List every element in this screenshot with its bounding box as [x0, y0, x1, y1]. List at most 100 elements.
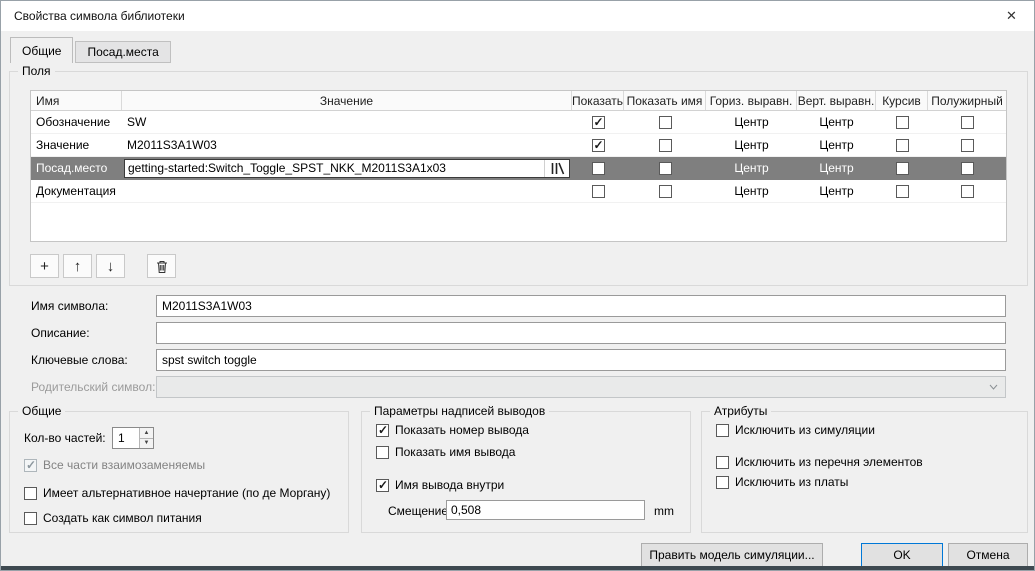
- show-cell[interactable]: [572, 180, 624, 202]
- show-checkbox[interactable]: [592, 162, 605, 175]
- field-row-3[interactable]: Документация ЦентрЦентр: [31, 180, 1006, 203]
- tab-general[interactable]: Общие: [10, 37, 73, 63]
- bold-checkbox[interactable]: [961, 185, 974, 198]
- exclude-simulation-checkbox[interactable]: [716, 424, 729, 437]
- v-align-cell[interactable]: Центр: [797, 111, 876, 133]
- show-name-cell[interactable]: [624, 180, 706, 202]
- show-pin-number-checkbox[interactable]: [376, 424, 389, 437]
- offset-input[interactable]: [446, 500, 645, 520]
- italic-cell[interactable]: [876, 180, 928, 202]
- column-header-bold[interactable]: Полужирный: [928, 91, 1006, 110]
- pin-name-inside-row[interactable]: Имя вывода внутри: [376, 478, 504, 492]
- exclude-bom-row[interactable]: Исключить из перечня элементов: [716, 455, 923, 469]
- field-name-cell[interactable]: Документация: [31, 180, 122, 202]
- spinner-up-button[interactable]: [139, 428, 153, 438]
- bold-checkbox[interactable]: [961, 116, 974, 129]
- footprint-browse-button[interactable]: [544, 160, 569, 177]
- exclude-simulation-row[interactable]: Исключить из симуляции: [716, 423, 875, 437]
- spinner-down-button[interactable]: [139, 438, 153, 449]
- alternate-body-checkbox[interactable]: [24, 487, 37, 500]
- bold-cell[interactable]: [928, 180, 1006, 202]
- bold-cell[interactable]: [928, 111, 1006, 133]
- unit-count-spinner[interactable]: 1: [112, 427, 154, 449]
- power-symbol-checkbox[interactable]: [24, 512, 37, 525]
- show-cell[interactable]: [572, 157, 624, 179]
- v-align-cell[interactable]: Центр: [797, 180, 876, 202]
- h-align-cell[interactable]: Центр: [706, 134, 797, 156]
- column-header-valign[interactable]: Верт. выравн.: [797, 91, 876, 110]
- titlebar[interactable]: Свойства символа библиотеки ✕: [1, 1, 1034, 31]
- add-field-button[interactable]: +: [30, 254, 59, 278]
- column-header-italic[interactable]: Курсив: [876, 91, 928, 110]
- bold-checkbox[interactable]: [961, 162, 974, 175]
- show-cell[interactable]: [572, 134, 624, 156]
- v-align-cell[interactable]: Центр: [797, 157, 876, 179]
- bold-cell[interactable]: [928, 134, 1006, 156]
- show-name-checkbox[interactable]: [659, 162, 672, 175]
- h-align-cell[interactable]: Центр: [706, 111, 797, 133]
- column-header-value[interactable]: Значение: [122, 91, 572, 110]
- move-field-down-button[interactable]: ↓: [96, 254, 125, 278]
- show-name-checkbox[interactable]: [659, 139, 672, 152]
- italic-cell[interactable]: [876, 111, 928, 133]
- show-pin-number-row[interactable]: Показать номер вывода: [376, 423, 529, 437]
- alternate-body-row[interactable]: Имеет альтернативное начертание (по де М…: [24, 486, 330, 500]
- show-checkbox[interactable]: [592, 116, 605, 129]
- tab-footprints[interactable]: Посад.места: [75, 41, 170, 63]
- show-name-cell[interactable]: [624, 157, 706, 179]
- bold-checkbox[interactable]: [961, 139, 974, 152]
- show-pin-name-checkbox[interactable]: [376, 446, 389, 459]
- edit-simulation-model-button[interactable]: Править модель симуляции...: [641, 543, 823, 567]
- show-name-checkbox[interactable]: [659, 185, 672, 198]
- field-value-cell[interactable]: [122, 180, 572, 202]
- close-icon: ✕: [1006, 8, 1017, 24]
- cancel-button[interactable]: Отмена: [948, 543, 1028, 567]
- italic-cell[interactable]: [876, 157, 928, 179]
- show-cell[interactable]: [572, 111, 624, 133]
- pin-text-group: Параметры надписей выводов Показать номе…: [361, 411, 691, 533]
- italic-checkbox[interactable]: [896, 162, 909, 175]
- field-value-cell[interactable]: M2011S3A1W03: [122, 134, 572, 156]
- v-align-cell[interactable]: Центр: [797, 134, 876, 156]
- exclude-board-row[interactable]: Исключить из платы: [716, 475, 848, 489]
- exclude-bom-checkbox[interactable]: [716, 456, 729, 469]
- field-name-cell[interactable]: Обозначение: [31, 111, 122, 133]
- delete-field-button[interactable]: [147, 254, 176, 278]
- field-value-cell[interactable]: SW: [122, 111, 572, 133]
- keywords-input[interactable]: [156, 349, 1006, 371]
- exclude-board-checkbox[interactable]: [716, 476, 729, 489]
- description-input[interactable]: [156, 322, 1006, 344]
- column-header-halign[interactable]: Гориз. выравн.: [706, 91, 797, 110]
- show-name-cell[interactable]: [624, 134, 706, 156]
- h-align-cell[interactable]: Центр: [706, 157, 797, 179]
- power-symbol-row[interactable]: Создать как символ питания: [24, 511, 202, 525]
- italic-checkbox[interactable]: [896, 116, 909, 129]
- close-button[interactable]: ✕: [989, 1, 1034, 31]
- show-name-checkbox[interactable]: [659, 116, 672, 129]
- offset-label: Смещение:: [388, 504, 451, 518]
- column-header-show[interactable]: Показать: [572, 91, 624, 110]
- show-checkbox[interactable]: [592, 139, 605, 152]
- parent-symbol-label: Родительский символ:: [31, 380, 155, 394]
- italic-cell[interactable]: [876, 134, 928, 156]
- field-name-cell[interactable]: Значение: [31, 134, 122, 156]
- bold-cell[interactable]: [928, 157, 1006, 179]
- italic-checkbox[interactable]: [896, 185, 909, 198]
- field-name-cell[interactable]: Посад.место: [31, 157, 122, 179]
- ok-button[interactable]: OK: [861, 543, 943, 567]
- footprint-editor-input[interactable]: [125, 160, 544, 177]
- move-field-up-button[interactable]: ↑: [63, 254, 92, 278]
- h-align-cell[interactable]: Центр: [706, 180, 797, 202]
- field-row-0[interactable]: ОбозначениеSW ЦентрЦентр: [31, 111, 1006, 134]
- field-value-cell[interactable]: [122, 157, 572, 179]
- italic-checkbox[interactable]: [896, 139, 909, 152]
- field-row-2[interactable]: Посад.место ЦентрЦентр: [31, 157, 1006, 180]
- pin-name-inside-checkbox[interactable]: [376, 479, 389, 492]
- symbol-name-input[interactable]: [156, 295, 1006, 317]
- show-pin-name-row[interactable]: Показать имя вывода: [376, 445, 515, 459]
- show-name-cell[interactable]: [624, 111, 706, 133]
- show-checkbox[interactable]: [592, 185, 605, 198]
- field-row-1[interactable]: ЗначениеM2011S3A1W03 ЦентрЦентр: [31, 134, 1006, 157]
- column-header-name[interactable]: Имя: [31, 91, 122, 110]
- column-header-showname[interactable]: Показать имя: [624, 91, 706, 110]
